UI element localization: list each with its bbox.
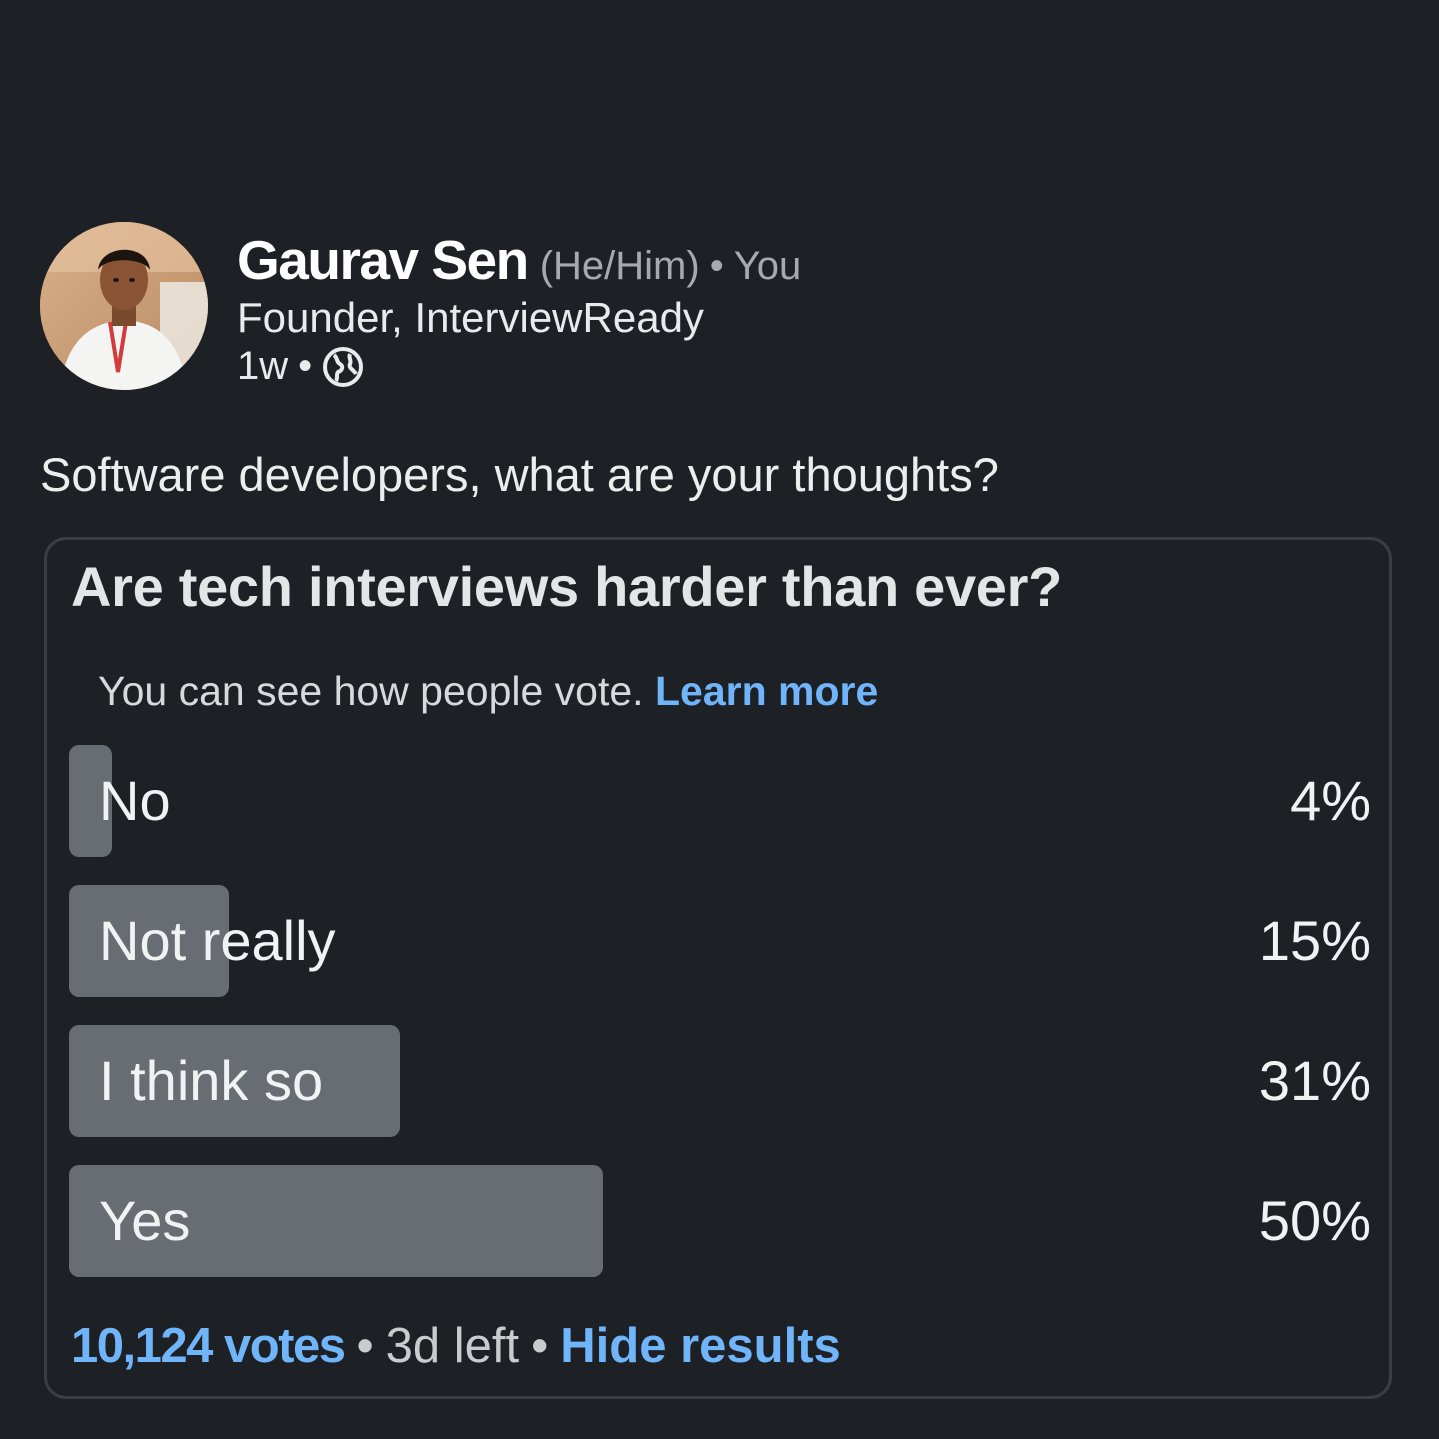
separator-dot: •	[531, 1319, 549, 1373]
poll-option-label: I think so	[99, 1049, 324, 1112]
poll-option-percent: 15%	[1258, 909, 1371, 972]
poll-option-not-really[interactable]: Not really 15%	[69, 885, 1371, 997]
time-left: 3d left	[385, 1319, 520, 1373]
poll-card: Are tech interviews harder than ever? Yo…	[44, 537, 1392, 1399]
avatar[interactable]	[40, 222, 208, 390]
post-text: Software developers, what are your thoug…	[40, 448, 999, 501]
learn-more-link[interactable]: Learn more	[655, 668, 878, 714]
poll-question: Are tech interviews harder than ever?	[71, 555, 1063, 618]
author-name-line: Gaurav Sen (He/Him) • You	[237, 228, 801, 292]
post-page: Gaurav Sen (He/Him) • You Founder, Inter…	[0, 0, 1439, 1439]
poll-footer: 10,124 votes • 3d left • Hide results	[71, 1318, 841, 1374]
poll-option-label: Yes	[99, 1189, 191, 1252]
author-headline: Founder, InterviewReady	[237, 294, 704, 341]
separator-dot: •	[356, 1319, 374, 1373]
author-pronouns: (He/Him)	[539, 244, 700, 288]
post-header: Gaurav Sen (He/Him) • You Founder, Inter…	[40, 222, 801, 390]
poll-option-yes[interactable]: Yes 50%	[69, 1165, 1371, 1277]
poll-option-no[interactable]: No 4%	[69, 745, 1371, 857]
hide-results-link[interactable]: Hide results	[560, 1319, 840, 1373]
poll-option-percent: 31%	[1258, 1049, 1371, 1112]
visibility-text: You can see how people vote.	[98, 668, 644, 714]
poll-option-percent: 4%	[1290, 769, 1371, 832]
separator-dot: •	[298, 344, 313, 388]
post-meta: 1w •	[237, 344, 801, 389]
post-age: 1w	[237, 344, 289, 388]
globe-icon	[322, 346, 364, 388]
author-name[interactable]: Gaurav Sen	[237, 228, 529, 292]
separator-dot: •	[709, 244, 724, 288]
vote-count-link[interactable]: 10,124 votes	[71, 1319, 346, 1373]
poll-option-percent: 50%	[1258, 1189, 1371, 1252]
poll-option-label: No	[99, 769, 171, 832]
author-info: Gaurav Sen (He/Him) • You Founder, Inter…	[237, 228, 801, 389]
author-relation: You	[733, 244, 802, 288]
poll-option-i-think-so[interactable]: I think so 31%	[69, 1025, 1371, 1137]
poll-visibility-note: You can see how people vote. Learn more	[98, 668, 878, 715]
poll-option-label: Not really	[99, 909, 336, 972]
